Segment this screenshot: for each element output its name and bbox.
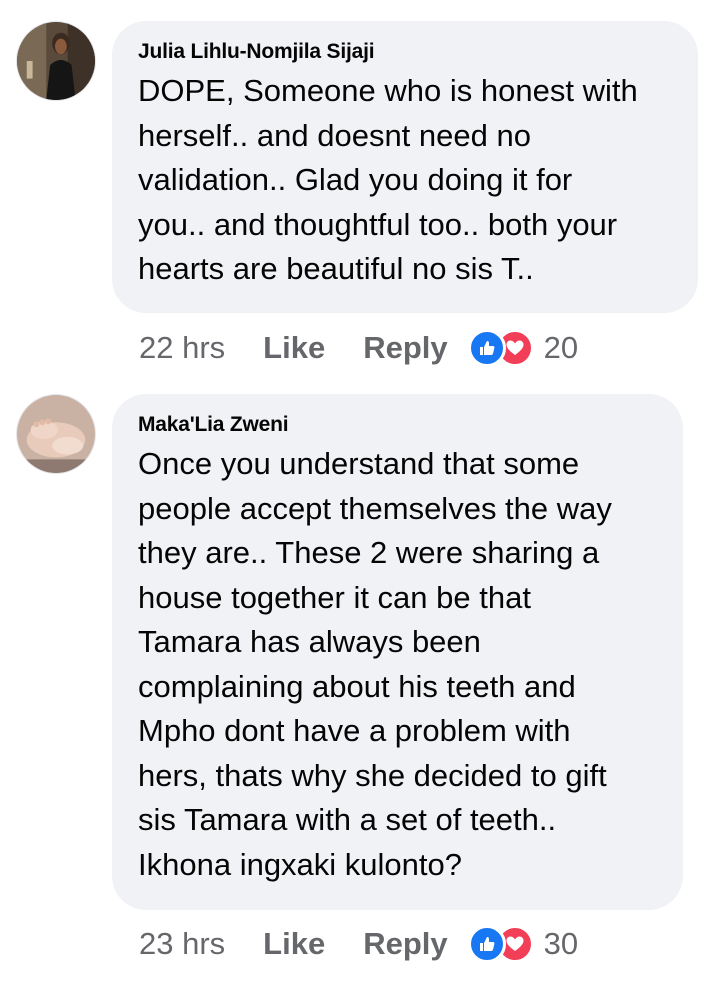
timestamp[interactable]: 23 hrs: [139, 926, 225, 962]
profile-photo-icon: [17, 22, 95, 100]
comment-bubble: Julia Lihlu-Nomjila Sijaji DOPE, Someone…: [112, 21, 698, 313]
avatar[interactable]: [16, 394, 96, 474]
like-icon: [467, 925, 506, 963]
timestamp[interactable]: 22 hrs: [139, 330, 225, 366]
reply-button[interactable]: Reply: [363, 330, 447, 366]
like-button[interactable]: Like: [263, 926, 325, 962]
like-button[interactable]: Like: [263, 330, 325, 366]
reactions-summary[interactable]: 30: [467, 925, 579, 963]
comment-actions: 22 hrs Like Reply 20: [139, 326, 578, 370]
author-name[interactable]: Maka'Lia Zweni: [138, 412, 657, 438]
profile-photo-icon: [17, 395, 95, 473]
reactions-summary[interactable]: 20: [467, 329, 579, 367]
comment-text: Once you understand that some people acc…: [138, 446, 612, 882]
like-icon: [467, 329, 506, 367]
author-name[interactable]: Julia Lihlu-Nomjila Sijaji: [138, 39, 672, 65]
reply-button[interactable]: Reply: [363, 926, 447, 962]
reaction-count: 20: [543, 330, 579, 365]
avatar[interactable]: [16, 21, 96, 101]
comment-actions: 23 hrs Like Reply 30: [139, 922, 578, 966]
comment-bubble: Maka'Lia Zweni Once you understand that …: [112, 394, 683, 910]
reaction-count: 30: [543, 926, 579, 961]
comment-text: DOPE, Someone who is honest with herself…: [138, 73, 638, 286]
